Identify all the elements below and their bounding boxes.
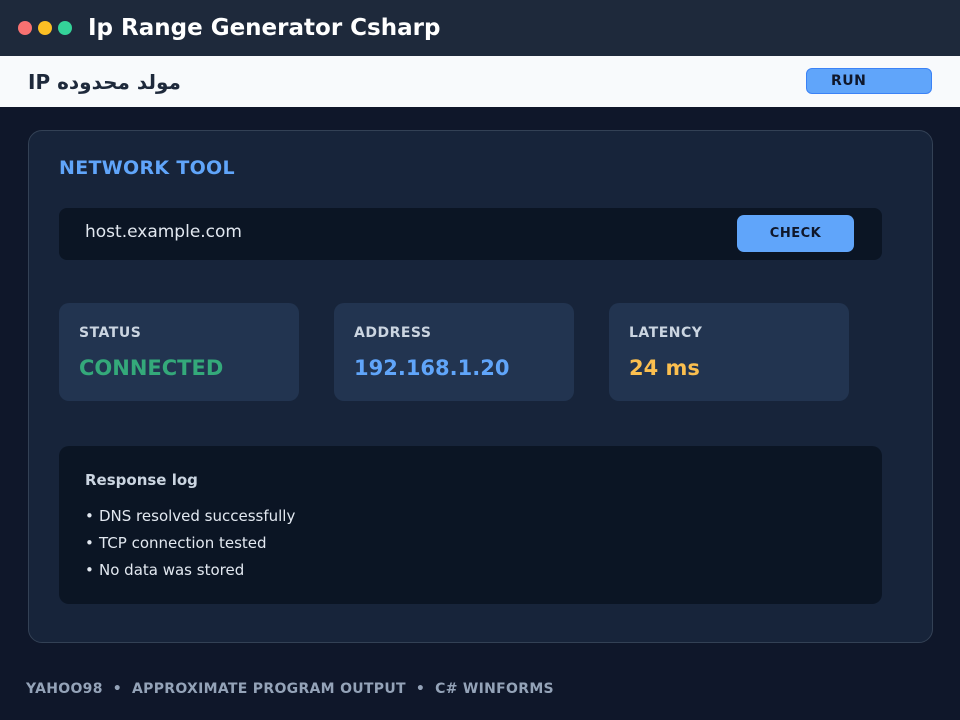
status-label: STATUS: [79, 325, 142, 341]
address-label: ADDRESS: [354, 325, 432, 341]
minimize-window-icon[interactable]: [38, 21, 52, 35]
close-window-icon[interactable]: [18, 21, 32, 35]
footer: YAHOO98 • APPROXIMATE PROGRAM OUTPUT • C# WI…: [26, 681, 554, 697]
latency-card: LATENCY 24 ms: [609, 303, 849, 401]
network-tool-panel: NETWORK TOOL CHECK STATUS CONNECTED ADDR…: [28, 130, 933, 643]
page-title: مولد محدوده IP: [28, 70, 181, 94]
footer-tech: C# WINFORMS: [435, 681, 554, 697]
bullet-icon: •: [85, 561, 94, 579]
host-search-bar: CHECK: [59, 208, 882, 260]
log-item: • DNS resolved successfully: [85, 504, 295, 531]
bullet-icon: •: [85, 534, 94, 552]
host-input[interactable]: [75, 218, 695, 246]
footer-separator: •: [415, 681, 426, 697]
log-item: • No data was stored: [85, 558, 295, 585]
latency-label: LATENCY: [629, 325, 703, 341]
footer-separator: •: [112, 681, 122, 697]
latency-value: 24 ms: [629, 356, 700, 380]
panel-heading: NETWORK TOOL: [59, 157, 235, 179]
response-log-title: Response log: [85, 471, 198, 489]
response-log: Response log • DNS resolved successfully …: [59, 446, 882, 604]
status-value: CONNECTED: [79, 356, 224, 380]
address-value: 192.168.1.20: [354, 356, 510, 380]
log-item-text: TCP connection tested: [99, 534, 267, 552]
response-log-list: • DNS resolved successfully • TCP connecti…: [85, 504, 295, 585]
footer-note: APPROXIMATE PROGRAM OUTPUT: [132, 681, 406, 697]
log-item-text: No data was stored: [99, 561, 245, 579]
bullet-icon: •: [85, 507, 94, 525]
window-title: Ip Range Generator Csharp: [88, 15, 441, 41]
status-card: STATUS CONNECTED: [59, 303, 299, 401]
maximize-window-icon[interactable]: [58, 21, 72, 35]
header-bar: مولد محدوده IP RUN: [0, 56, 960, 107]
address-card: ADDRESS 192.168.1.20: [334, 303, 574, 401]
log-item-text: DNS resolved successfully: [99, 507, 296, 525]
footer-author: YAHOO98: [26, 681, 103, 697]
check-button[interactable]: CHECK: [737, 215, 854, 252]
title-bar: Ip Range Generator Csharp: [0, 0, 960, 56]
run-button[interactable]: RUN: [806, 68, 932, 94]
log-item: • TCP connection tested: [85, 531, 295, 558]
